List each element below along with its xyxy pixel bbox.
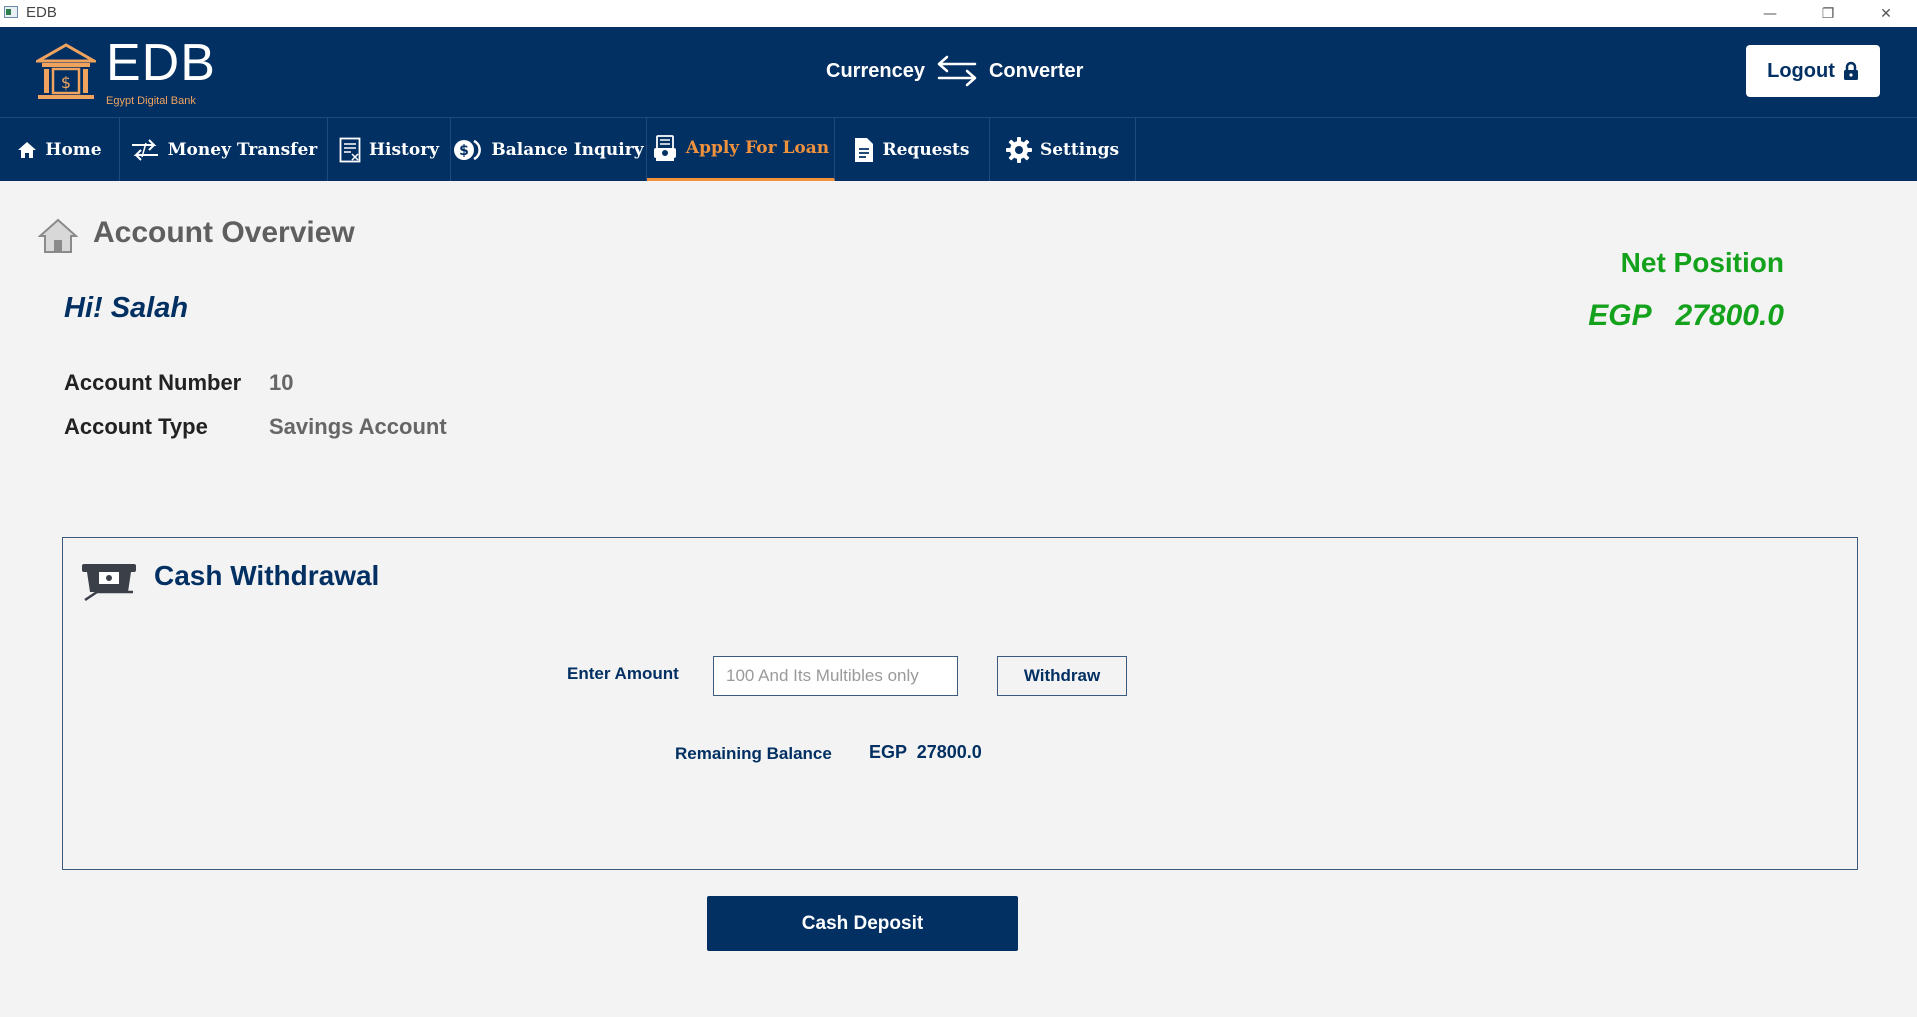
nav-home[interactable]: Home <box>0 118 120 181</box>
greeting: Hi! Salah <box>64 292 189 324</box>
brand-name: EDB <box>106 34 216 92</box>
withdraw-button[interactable]: Withdraw <box>997 656 1127 696</box>
transfer-icon <box>131 138 158 161</box>
net-position-value: EGP 27800.0 <box>1588 299 1784 332</box>
restore-button[interactable]: ❐ <box>1800 0 1856 27</box>
swap-arrows-icon <box>937 55 977 87</box>
nav-apply-for-loan-label: Apply For Loan <box>685 138 830 158</box>
svg-text:$: $ <box>460 143 470 159</box>
app-header: $ EDB Egypt Digital Bank Currencey Conve… <box>0 27 1917 117</box>
nav-home-label: Home <box>45 139 102 160</box>
amount-input[interactable] <box>713 656 958 696</box>
nav-history[interactable]: History <box>328 118 451 181</box>
nav-history-label: History <box>368 139 440 160</box>
nav-balance-inquiry-label: Balance Inquiry <box>491 139 644 160</box>
logout-label: Logout <box>1767 59 1835 82</box>
converter-label-left: Currencey <box>826 59 925 82</box>
page-title: Account Overview <box>93 216 355 249</box>
account-type-value: Savings Account <box>269 414 447 439</box>
account-type-label: Account Type <box>64 414 208 439</box>
window-title: EDB <box>26 4 57 21</box>
amount-label: Enter Amount <box>567 664 679 683</box>
brand-tagline: Egypt Digital Bank <box>106 95 196 107</box>
panel-title: Cash Withdrawal <box>154 560 380 591</box>
logout-button[interactable]: Logout <box>1746 45 1880 97</box>
account-number-value: 10 <box>269 370 294 395</box>
cash-withdrawal-icon <box>82 564 136 602</box>
nav-requests[interactable]: Requests <box>835 118 990 181</box>
svg-text:$: $ <box>61 73 71 92</box>
nav-balance-inquiry[interactable]: $ Balance Inquiry <box>451 118 647 181</box>
nav-money-transfer[interactable]: Money Transfer <box>120 118 328 181</box>
nav-money-transfer-label: Money Transfer <box>167 139 318 160</box>
minimize-button[interactable]: — <box>1742 0 1798 27</box>
coins-icon: $ <box>454 139 482 160</box>
cash-deposit-button[interactable]: Cash Deposit <box>707 896 1018 951</box>
remaining-balance-label: Remaining Balance <box>675 744 832 763</box>
window-titlebar: EDB — ❐ ✕ <box>0 0 1917 27</box>
main-nav: Home Money Transfer History $ Balance In… <box>0 117 1917 181</box>
loan-icon <box>653 135 676 161</box>
close-button[interactable]: ✕ <box>1858 0 1914 27</box>
currency-converter-link[interactable]: Currencey Converter <box>826 51 1083 91</box>
nav-requests-label: Requests <box>882 139 970 160</box>
history-icon <box>339 137 361 162</box>
document-icon <box>855 137 874 162</box>
remaining-balance-value: EGP 27800.0 <box>869 742 982 762</box>
home-icon <box>18 141 37 158</box>
logo[interactable]: $ EDB Egypt Digital Bank <box>36 34 216 107</box>
app-icon <box>4 6 18 18</box>
nav-apply-for-loan[interactable]: Apply For Loan <box>647 118 835 181</box>
gear-icon <box>1005 136 1032 163</box>
home-outline-icon <box>38 218 78 253</box>
net-position-label: Net Position <box>1620 247 1784 278</box>
lock-icon <box>1843 61 1858 80</box>
bank-icon: $ <box>36 43 96 99</box>
nav-settings[interactable]: Settings <box>990 118 1136 181</box>
account-number-label: Account Number <box>64 370 242 395</box>
cash-withdrawal-panel: Cash Withdrawal Enter Amount Withdraw Re… <box>62 537 1858 870</box>
converter-label-right: Converter <box>988 59 1084 82</box>
nav-settings-label: Settings <box>1039 139 1120 160</box>
